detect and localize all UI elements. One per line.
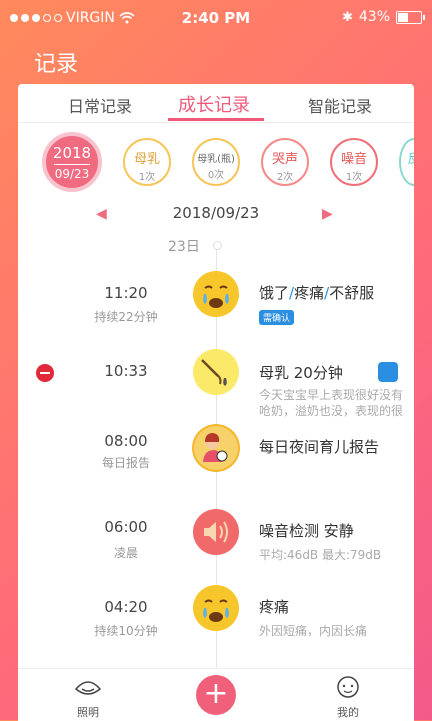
tab-growth[interactable]: 成长记录 bbox=[178, 91, 250, 117]
baby-face-icon bbox=[337, 676, 359, 698]
current-date: 2018/09/23 bbox=[172, 204, 260, 222]
entry-title: 每日夜间育儿报告 bbox=[259, 438, 380, 456]
stat-label: 噪音 bbox=[340, 152, 367, 167]
timeline-entry[interactable]: 06:00 凌晨 噪音检测 安静 平均:46dB 最大:79dB bbox=[18, 504, 414, 584]
stat-count: 1次 bbox=[138, 172, 156, 183]
tab-me-label: 我的 bbox=[337, 706, 359, 719]
entry-detail: 平均:46dB 最大:79dB bbox=[259, 548, 382, 562]
stat-breastfeed[interactable]: 母乳 1次 bbox=[123, 138, 171, 186]
next-date-icon[interactable]: ▶ bbox=[322, 206, 333, 222]
entry-sub: 每日报告 bbox=[101, 456, 150, 470]
stat-bottle[interactable]: 母乳(瓶) 0次 bbox=[192, 138, 240, 186]
entry-detail: 今天宝宝早上表现很好没有 bbox=[259, 388, 404, 402]
tab-daily[interactable]: 日常记录 bbox=[68, 93, 132, 117]
crying-face-icon bbox=[193, 585, 239, 631]
stat-label: 哭声 bbox=[271, 152, 298, 167]
timeline-entry[interactable]: 10:33 母乳 20分钟 今天宝宝早上表现很好没有 呛奶，溢奶也没，表现的很 bbox=[18, 344, 414, 424]
edit-note-icon[interactable] bbox=[378, 362, 398, 382]
timeline-entry[interactable]: 11:20 持续22分钟 饿了/疼痛/不舒服 需确认 bbox=[18, 266, 414, 346]
day-dot bbox=[213, 241, 222, 250]
active-tab-indicator bbox=[168, 118, 264, 121]
today-circle[interactable]: 2018 09/23 bbox=[42, 132, 102, 192]
stat-noise[interactable]: 噪音 1次 bbox=[330, 138, 378, 186]
bottle-icon bbox=[193, 349, 239, 395]
entry-title: 噪音检测 安静 bbox=[259, 522, 354, 540]
status-bar: VIRGIN 2:40 PM ✱ 43% bbox=[0, 0, 432, 36]
entry-detail: 呛奶，溢奶也没，表现的很 bbox=[259, 404, 404, 418]
stat-label: 反 bbox=[407, 152, 414, 167]
stat-label: 母乳 bbox=[133, 152, 160, 167]
entry-time: 11:20 bbox=[104, 284, 148, 302]
page-title: 记录 bbox=[34, 52, 79, 77]
stat-count: 2次 bbox=[276, 172, 294, 183]
stat-cry[interactable]: 哭声 2次 bbox=[261, 138, 309, 186]
tab-me[interactable]: 我的 bbox=[318, 675, 378, 720]
lamp-icon bbox=[74, 681, 102, 695]
bottom-tab-bar: 照明 + 我的 bbox=[18, 668, 414, 721]
timeline-entry[interactable]: 08:00 每日报告 每日夜间育儿报告 bbox=[18, 422, 414, 502]
tab-light-label: 照明 bbox=[77, 706, 99, 719]
delete-icon[interactable] bbox=[36, 364, 54, 382]
stat-count: 0次 bbox=[207, 170, 225, 181]
entry-detail: 外因短痛，内因长痛 bbox=[259, 624, 368, 638]
date-navigator: ◀ 2018/09/23 ▶ bbox=[18, 204, 414, 226]
speaker-icon bbox=[193, 509, 239, 555]
entry-time: 08:00 bbox=[104, 432, 148, 450]
crying-face-icon bbox=[193, 271, 239, 317]
entry-sub: 持续10分钟 bbox=[94, 624, 158, 638]
entry-title: 饿了/疼痛/不舒服 bbox=[259, 284, 375, 302]
today-year: 2018 bbox=[52, 144, 92, 162]
mother-baby-icon bbox=[192, 424, 240, 472]
confirm-badge[interactable]: 需确认 bbox=[259, 310, 295, 325]
entry-sub: 凌晨 bbox=[113, 546, 138, 560]
day-label: 23日 bbox=[168, 239, 200, 255]
timeline-entry[interactable]: 04:20 持续10分钟 疼痛 外因短痛，内因长痛 bbox=[18, 584, 414, 664]
entry-title: 母乳 20分钟 bbox=[259, 364, 343, 382]
title-part: 疼痛 bbox=[294, 284, 325, 302]
date-strip: 2018 09/23 母乳 1次 母乳(瓶) 0次 哭声 2次 噪音 1次 反 bbox=[18, 128, 414, 194]
entry-time: 10:33 bbox=[104, 362, 148, 380]
tab-light[interactable]: 照明 bbox=[58, 675, 118, 720]
stat-label: 母乳(瓶) bbox=[197, 154, 235, 165]
title-part: 不舒服 bbox=[329, 284, 375, 302]
entry-time: 06:00 bbox=[104, 518, 148, 536]
content-card: 日常记录 成长记录 智能记录 2018 09/23 母乳 1次 母乳(瓶) 0次… bbox=[18, 84, 414, 720]
battery-percent: 43% bbox=[358, 9, 390, 25]
status-right: ✱ 43% bbox=[341, 9, 425, 25]
tab-bar: 日常记录 成长记录 智能记录 bbox=[18, 84, 414, 123]
today-date: 09/23 bbox=[54, 167, 90, 181]
tab-smart[interactable]: 智能记录 bbox=[308, 93, 372, 117]
battery-icon bbox=[396, 10, 425, 24]
entry-title: 疼痛 bbox=[259, 598, 290, 616]
add-button[interactable]: + bbox=[196, 675, 236, 715]
title-part: 饿了 bbox=[259, 284, 290, 302]
stat-count: 1次 bbox=[345, 172, 363, 183]
entry-time: 04:20 bbox=[104, 598, 148, 616]
bluetooth-icon: ✱ bbox=[341, 9, 353, 25]
entry-sub: 持续22分钟 bbox=[94, 310, 158, 324]
stat-more[interactable]: 反 bbox=[399, 138, 414, 186]
